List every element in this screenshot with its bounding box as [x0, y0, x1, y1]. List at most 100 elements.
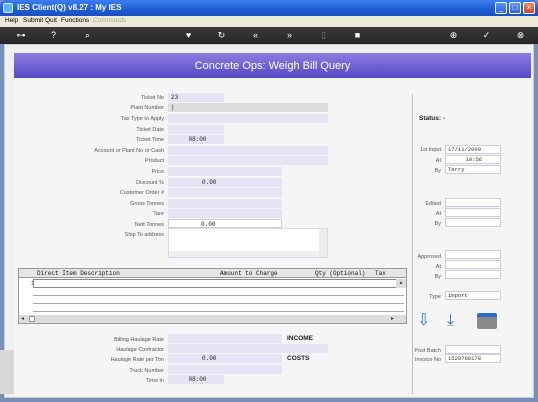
- key-icon[interactable]: ⊶: [12, 30, 30, 41]
- costs-label: COSTS: [287, 355, 310, 362]
- stop-icon[interactable]: ■: [352, 30, 363, 41]
- plant-number-field[interactable]: |: [168, 103, 328, 112]
- scroll-right-icon[interactable]: ▸: [391, 315, 394, 322]
- ticket-time-label: Ticket Time: [136, 137, 164, 143]
- tare-label: Tare: [153, 211, 164, 217]
- row-scroll-up[interactable]: ▴: [396, 279, 406, 288]
- grid-header: Direct Item Description Amount to Charge…: [19, 269, 406, 278]
- page-title: Concrete Ops: Weigh Bill Query: [194, 60, 351, 72]
- table-row[interactable]: [33, 296, 404, 304]
- menu-functions[interactable]: Functions: [61, 17, 89, 24]
- ticket-time-field[interactable]: 08:00: [168, 135, 224, 144]
- help-icon[interactable]: ?: [48, 30, 59, 41]
- first-input-field: 17/11/2009: [445, 145, 501, 154]
- ship-to-textarea[interactable]: [168, 228, 328, 258]
- customer-order-label: Customer Order #: [119, 190, 164, 196]
- truck-number-field[interactable]: [168, 365, 282, 374]
- ticket-no-field[interactable]: 23: [168, 93, 224, 102]
- ticket-date-field[interactable]: [168, 125, 224, 134]
- table-row[interactable]: [33, 304, 404, 312]
- menu-help[interactable]: Help: [5, 17, 18, 24]
- approved-by-label: By: [434, 274, 441, 280]
- ship-vertical-scrollbar[interactable]: [319, 229, 327, 257]
- table-row[interactable]: [33, 279, 404, 288]
- maximize-button[interactable]: □: [509, 2, 521, 14]
- contractor-label: Haulage Contractor: [116, 347, 164, 353]
- bookmark-icon[interactable]: ▯: [318, 30, 329, 41]
- approved-label: Approved: [417, 254, 441, 260]
- title-bar: IES Client(Q) v8.27 : My IES _ □ ×: [0, 0, 538, 16]
- post-batch-label: Post Batch: [414, 348, 441, 354]
- rewind-icon[interactable]: «: [250, 30, 261, 41]
- check-icon[interactable]: ✓: [481, 30, 492, 41]
- search-icon[interactable]: ⌕: [82, 30, 93, 41]
- download-icon[interactable]: ⤓: [447, 311, 466, 330]
- scroll-thumb[interactable]: [29, 316, 35, 322]
- menu-commands[interactable]: Commands: [93, 17, 126, 24]
- tare-field[interactable]: [168, 209, 282, 218]
- by-field: Terry: [445, 165, 501, 174]
- product-field[interactable]: [168, 156, 328, 165]
- status-label: Status: -: [419, 115, 445, 122]
- edited-by-label: By: [434, 221, 441, 227]
- forward-icon[interactable]: »: [284, 30, 295, 41]
- discount-label: Discount %: [136, 180, 164, 186]
- print-icon[interactable]: [477, 313, 497, 329]
- discount-field[interactable]: 0.00: [168, 178, 282, 187]
- time-in-field[interactable]: 08:00: [168, 375, 224, 384]
- first-input-label: 1st Input: [419, 147, 441, 153]
- type-label: Type: [429, 294, 441, 300]
- nett-tonnes-field[interactable]: 0.00: [168, 219, 282, 228]
- account-label: Account or Plant No or Cash: [94, 148, 164, 154]
- invoice-field: 1529768178: [445, 354, 501, 363]
- approved-at-field: [445, 260, 501, 269]
- gross-tonnes-label: Gross Tonnes: [130, 201, 164, 207]
- heart-icon[interactable]: ♥: [183, 30, 194, 41]
- haulage-rate-field[interactable]: 0.00: [168, 354, 282, 363]
- contractor-field[interactable]: [168, 344, 328, 353]
- approved-field: [445, 250, 501, 259]
- plant-number-label: Plant Number: [130, 105, 164, 111]
- income-label: INCOME: [287, 335, 313, 342]
- approved-by-field: [445, 270, 501, 279]
- toolbar: ⊶ ? ⌕ ♥ ↻ « » ▯ ■ ⊕ ✓ ⊗: [0, 27, 538, 44]
- customer-order-field[interactable]: [168, 188, 282, 197]
- tax-type-field[interactable]: [168, 114, 328, 123]
- menu-bar: Help Submit Quit Functions Commands: [0, 16, 538, 27]
- by-label: By: [434, 168, 441, 174]
- close-button[interactable]: ×: [523, 2, 535, 14]
- menu-submit[interactable]: Submit: [23, 17, 43, 24]
- app-icon: [3, 3, 13, 13]
- ticket-date-label: Ticket Date: [136, 127, 164, 133]
- edited-field: [445, 198, 501, 207]
- tax-type-label: Tax Type to Apply: [120, 116, 164, 122]
- items-grid: Direct Item Description Amount to Charge…: [18, 268, 407, 324]
- col-qty: Qty (Optional): [315, 270, 366, 277]
- billing-rate-field[interactable]: [168, 334, 282, 343]
- edited-by-field: [445, 218, 501, 227]
- at-field: 10:56: [445, 155, 501, 164]
- col-description: Direct Item Description: [37, 270, 120, 277]
- left-sidebar: [0, 350, 14, 394]
- post-batch-field: [445, 345, 501, 354]
- refresh-icon[interactable]: ↻: [216, 30, 227, 41]
- scroll-left-icon[interactable]: ◂: [21, 315, 24, 322]
- gross-tonnes-field[interactable]: [168, 199, 282, 208]
- product-label: Product: [145, 158, 164, 164]
- ship-horizontal-scrollbar[interactable]: [169, 251, 319, 257]
- ticket-no-label: Ticket No: [140, 95, 164, 101]
- price-field[interactable]: [168, 167, 282, 176]
- menu-quit[interactable]: Quit: [45, 17, 57, 24]
- cancel-icon[interactable]: ⊗: [515, 30, 526, 41]
- minimize-button[interactable]: _: [495, 2, 507, 14]
- import-icon[interactable]: ⇩: [417, 311, 436, 330]
- table-row[interactable]: [33, 288, 404, 296]
- window-title: IES Client(Q) v8.27 : My IES: [17, 3, 122, 12]
- account-field[interactable]: [168, 146, 328, 155]
- grid-scrollbar[interactable]: ◂ ▸: [19, 315, 406, 323]
- add-icon[interactable]: ⊕: [448, 30, 459, 41]
- invoice-label: Invoice No: [415, 357, 441, 363]
- price-label: Price: [151, 169, 164, 175]
- type-field: import: [445, 291, 501, 300]
- ship-to-label: Ship To address: [124, 232, 164, 238]
